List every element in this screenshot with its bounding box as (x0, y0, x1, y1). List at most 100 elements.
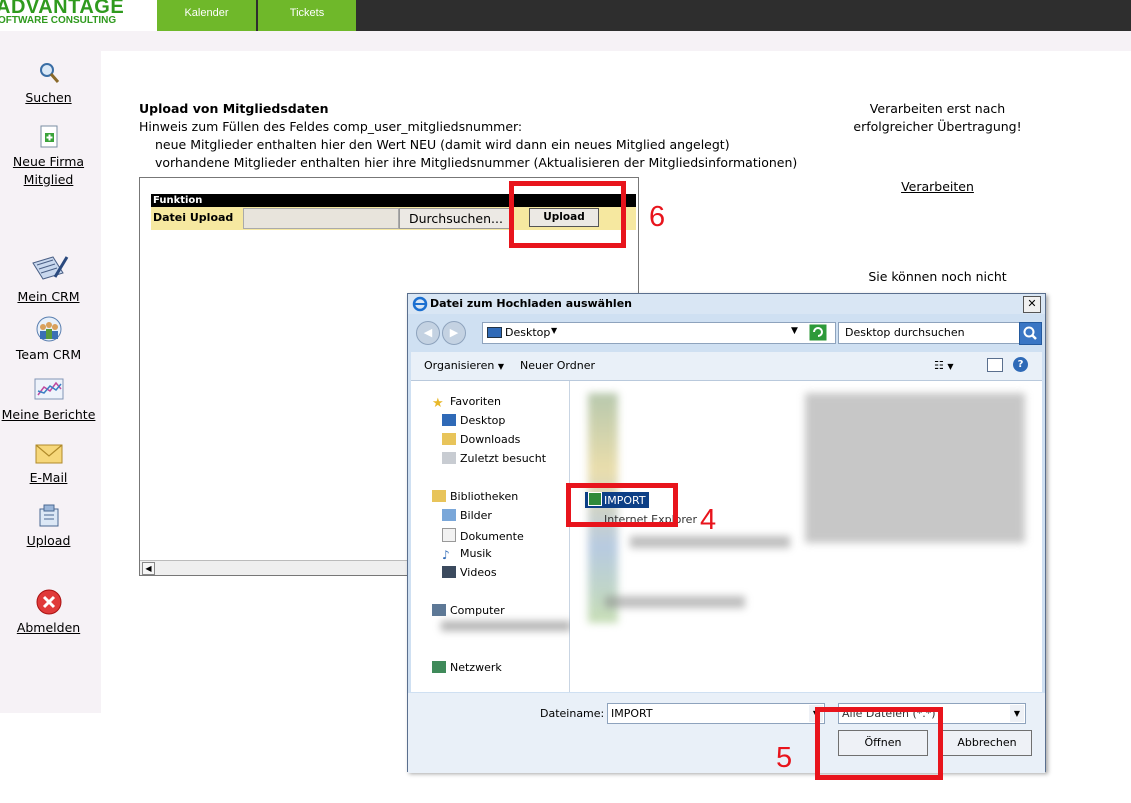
right-note-2: erfolgreicher Übertragung! (853, 119, 1022, 134)
tree-pictures[interactable]: Bilder (442, 509, 492, 522)
dialog-title: Datei zum Hochladen auswählen (430, 297, 632, 310)
sidebar-item-label: Team CRM (15, 347, 82, 362)
pictures-icon (442, 509, 456, 521)
organize-menu[interactable]: Organisieren ▼ (424, 359, 504, 372)
sidebar-item-abmelden[interactable]: Abmelden (0, 588, 97, 635)
chart-icon (34, 378, 63, 400)
sidebar-item-label: Mein CRM (17, 289, 80, 304)
internet-explorer-icon (412, 296, 428, 312)
sidebar-item-neue-firma[interactable]: Neue Firma Mitglied (0, 124, 97, 187)
back-button[interactable]: ◀ (416, 321, 440, 345)
documents-icon (442, 528, 456, 542)
tree-network[interactable]: Netzwerk (432, 661, 502, 674)
right-note-3: Sie können noch nicht (868, 269, 1007, 284)
hint-line-2: vorhandene Mitglieder enthalten hier ihr… (155, 155, 798, 170)
logo[interactable]: ADVANTAGE OFTWARE CONSULTING (0, 0, 157, 31)
tab-kalender[interactable]: Kalender (157, 0, 256, 31)
sidebar-item-upload[interactable]: Upload (0, 503, 97, 548)
sidebar-item-suchen[interactable]: Suchen (0, 60, 97, 105)
logo-sub-text: OFTWARE CONSULTING (0, 15, 117, 26)
help-icon[interactable]: ? (1013, 357, 1028, 372)
computer-icon (432, 604, 446, 616)
tree-label: Desktop (460, 414, 506, 427)
filetype-dropdown-icon[interactable]: ▼ (1010, 705, 1024, 722)
tree-downloads[interactable]: Downloads (442, 433, 520, 446)
hint-line-1: neue Mitglieder enthalten hier den Wert … (155, 137, 730, 152)
desktop-icon (442, 414, 456, 426)
tree-favorites[interactable]: ★ Favoriten (432, 395, 501, 411)
dialog-close-button[interactable]: ✕ (1023, 296, 1041, 313)
upload-icon (39, 504, 58, 527)
blurred-file-row-2 (605, 596, 745, 608)
new-folder-button[interactable]: Neuer Ordner (520, 359, 595, 372)
annotation-box-5 (815, 707, 943, 780)
filename-value: IMPORT (611, 707, 653, 720)
file-path-field[interactable] (243, 208, 399, 229)
forward-button[interactable]: ▶ (442, 321, 466, 345)
tree-music[interactable]: ♪ Musik (442, 547, 492, 562)
sidebar-item-e-mail[interactable]: E-Mail (0, 442, 97, 485)
annotation-box-6 (509, 181, 626, 248)
network-icon (432, 661, 446, 673)
address-chevron-icon[interactable]: ▼ (551, 326, 557, 335)
tree-desktop[interactable]: Desktop (442, 414, 505, 427)
header-stripe (0, 31, 1131, 51)
tree-label: Bilder (460, 509, 492, 522)
envelope-icon (35, 444, 62, 464)
cancel-button[interactable]: Abbrechen (942, 730, 1032, 756)
search-input[interactable]: Desktop durchsuchen (838, 322, 1020, 344)
address-dropdown-icon[interactable]: ▼ (791, 326, 798, 336)
filename-input[interactable]: IMPORT ▼ (607, 703, 825, 724)
sidebar-item-label: Neue Firma (12, 154, 85, 169)
page-title: Upload von Mitgliedsdaten (139, 101, 329, 116)
blurred-file-row (630, 536, 790, 548)
navigation-tree: ★ Favoriten Desktop Downloads Zuletzt bes… (411, 381, 571, 692)
tree-libraries[interactable]: Bibliotheken (432, 490, 518, 503)
tree-label: Dokumente (460, 530, 524, 543)
team-icon (36, 316, 61, 342)
sidebar: Suchen Neue Firma Mitglied Mein CRM Team… (0, 51, 101, 713)
search-placeholder: Desktop durchsuchen (845, 326, 965, 339)
blurred-file-names (805, 393, 1025, 543)
top-nav-bar: ADVANTAGE OFTWARE CONSULTING Kalender Ti… (0, 0, 1131, 31)
tree-label: Videos (460, 566, 497, 579)
star-icon: ★ (432, 396, 444, 411)
browse-button[interactable]: Durchsuchen... (399, 208, 513, 229)
tree-label: Bibliotheken (450, 490, 519, 503)
tree-recent[interactable]: Zuletzt besucht (442, 452, 546, 465)
sidebar-item-label-2: Mitglied (23, 172, 74, 187)
sidebar-item-label: Abmelden (16, 620, 81, 635)
process-link[interactable]: Verarbeiten (845, 179, 1030, 194)
blurred-drive-item (441, 621, 571, 631)
tree-label: Musik (460, 547, 492, 560)
annotation-4: 4 (700, 504, 717, 536)
filename-label: Dateiname: (540, 707, 605, 720)
organize-label: Organisieren (424, 359, 495, 372)
sidebar-item-team-crm[interactable]: Team CRM (0, 315, 97, 362)
annotation-5: 5 (776, 742, 793, 774)
desktop-icon (487, 327, 502, 338)
tree-documents[interactable]: Dokumente (442, 528, 524, 543)
new-document-icon (40, 125, 57, 148)
tree-label: Favoriten (450, 395, 501, 408)
scroll-left-icon[interactable]: ◀ (142, 562, 155, 575)
libraries-icon (432, 490, 446, 502)
sidebar-item-mein-crm[interactable]: Mein CRM (0, 251, 97, 304)
search-button[interactable] (1019, 322, 1042, 345)
sidebar-item-meine-berichte[interactable]: Meine Berichte (0, 377, 97, 422)
right-note-1: Verarbeiten erst nach (869, 101, 1006, 116)
address-bar[interactable]: Desktop ▼ ▼ (482, 322, 836, 344)
view-options-icon[interactable]: ☷ ▼ (934, 359, 954, 372)
sidebar-item-label: E-Mail (29, 470, 68, 485)
preview-pane-icon[interactable] (987, 358, 1003, 372)
annotation-box-4 (566, 483, 678, 527)
pen-document-icon (31, 256, 68, 280)
tab-tickets[interactable]: Tickets (258, 0, 356, 31)
music-icon: ♪ (442, 548, 450, 562)
tree-videos[interactable]: Videos (442, 566, 497, 579)
tree-label: Downloads (460, 433, 521, 446)
search-icon (1023, 326, 1037, 340)
tree-computer[interactable]: Computer (432, 604, 505, 617)
file-upload-dialog: Datei zum Hochladen auswählen ✕ ◀ ▶ Desk… (407, 293, 1046, 773)
refresh-icon[interactable] (809, 324, 827, 341)
